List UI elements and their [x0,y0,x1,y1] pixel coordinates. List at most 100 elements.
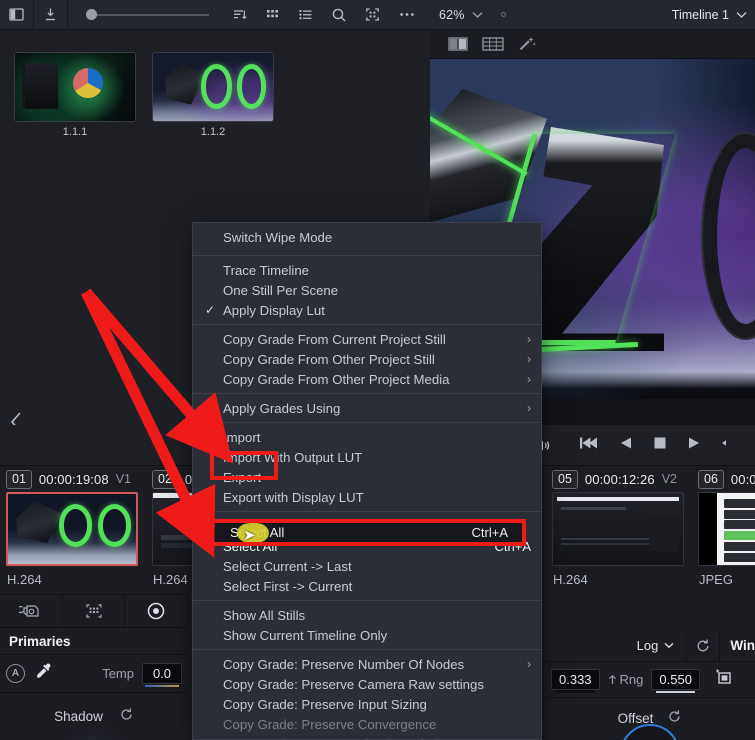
eyedropper-icon[interactable] [33,662,53,685]
timeline-chevron-down-icon [736,11,747,18]
submenu-chevron-right-icon: › [527,332,531,346]
menu-item-select-first-to-current[interactable]: Select First -> Current [193,576,541,596]
status-dot-icon [500,12,506,17]
zoom-chevron-down-icon[interactable] [472,6,483,24]
skip-to-end-button[interactable] [721,436,731,455]
still-label: 1.1.2 [200,126,226,138]
right-controls-panel: Log Win 0.333 Rng 0.550 Offset [545,629,755,740]
slider-track[interactable] [97,13,209,16]
blanking-fill-icon[interactable] [63,594,126,628]
slider-knob[interactable] [86,9,97,20]
still-thumbnail[interactable] [152,52,274,122]
menu-separator [193,255,541,256]
menu-item-label: Switch Wipe Mode [223,229,333,245]
clip-codec: H.264 [7,572,42,587]
menu-item-import-with-output-lut[interactable]: Import With Output LUT [193,447,541,467]
temp-value-field[interactable]: 0.0 [142,663,182,687]
left-value-field[interactable]: 0.333 [551,669,600,693]
timeline-clip[interactable]: 01 00:00:19:08 V1 H.264 [0,466,146,595]
color-warper-icon[interactable] [125,594,189,628]
mouse-cursor-icon: ➤ [243,527,256,544]
grid-overlay-icon[interactable] [482,37,504,51]
menu-item-label: Trace Timeline [223,262,309,278]
list-view-icon[interactable] [289,0,322,30]
timeline-clip[interactable]: 06 00:00 JPEG [692,466,755,595]
menu-item-select-current-to-last[interactable]: Select Current -> Last [193,556,541,576]
gallery-context-menu[interactable]: Switch Wipe Mode Trace Timeline One Stil… [192,222,542,740]
menu-item-trace-timeline[interactable]: Trace Timeline [193,260,541,280]
menu-item-label: Apply Display Lut [223,302,325,318]
grade-mode-selector[interactable]: Log [637,638,687,653]
thumbnail-size-slider[interactable] [68,9,223,20]
clip-number: 06 [698,469,724,489]
shadow-color-wheel[interactable] [46,723,142,740]
menu-item-label: Apply Grades Using [223,400,341,416]
magic-wand-icon[interactable] [518,36,536,52]
import-still-icon[interactable] [34,0,67,30]
auto-balance-button[interactable]: A [6,664,25,683]
gallery-toolbar: 62% Timeline 1 [0,0,755,30]
menu-item-apply-grades-using[interactable]: Apply Grades Using › [193,398,541,418]
skip-to-start-button[interactable] [579,436,599,455]
menu-item-label: Copy Grade From Other Project Media [223,371,450,387]
menu-item-copy-grade-other-project-media[interactable]: Copy Grade From Other Project Media › [193,369,541,389]
shadow-reset-icon[interactable] [119,707,134,725]
window-panel-label: Win [730,638,755,653]
submenu-chevron-right-icon: › [527,657,531,671]
add-window-icon[interactable] [714,668,734,691]
menu-item-copy-grade-other-project-still[interactable]: Copy Grade From Other Project Still › [193,349,541,369]
gallery-still-item[interactable]: 1.1.2 [152,52,274,138]
clip-number: 01 [6,469,32,489]
expand-icon[interactable] [356,0,389,30]
search-icon[interactable] [322,0,356,30]
offset-reset-icon[interactable] [667,709,682,727]
stop-button[interactable] [653,436,667,455]
grid-view-icon[interactable] [256,0,289,30]
split-view-icon[interactable] [448,37,468,51]
clip-thumbnail[interactable] [698,492,755,566]
play-forward-button[interactable] [687,436,701,455]
rng-value-field[interactable]: 0.550 [651,669,700,693]
clip-thumbnail[interactable] [6,492,138,566]
submenu-chevron-right-icon: › [527,352,531,366]
menu-separator [193,511,541,512]
menu-item-preserve-number-of-nodes[interactable]: Copy Grade: Preserve Number Of Nodes › [193,654,541,674]
clip-timecode: 00:00:19:08 [38,471,109,487]
temp-gradient-bar [145,685,179,687]
menu-item-label: One Still Per Scene [223,282,339,298]
menu-item-preserve-camera-raw-settings[interactable]: Copy Grade: Preserve Camera Raw settings [193,674,541,694]
more-options-icon[interactable] [389,0,425,30]
menu-item-export[interactable]: Export [193,467,541,487]
clip-number: 05 [552,469,578,489]
menu-item-preserve-convergence: Copy Grade: Preserve Convergence [193,714,541,734]
zoom-level-value[interactable]: 62% [425,8,465,22]
sort-descending-icon[interactable] [223,0,256,30]
menu-item-label: Export [223,469,262,485]
menu-item-label: Select Current -> Last [223,558,352,574]
menu-item-one-still-per-scene[interactable]: One Still Per Scene [193,280,541,300]
clip-codec: H.264 [553,572,588,587]
timeline-clip[interactable]: 05 00:00:12:26 V2 H.264 [546,466,692,595]
rng-label: Rng [619,672,644,687]
menu-item-copy-grade-current-project-still[interactable]: Copy Grade From Current Project Still › [193,329,541,349]
submenu-chevron-right-icon: › [527,372,531,386]
play-reverse-button[interactable] [619,436,633,455]
menu-item-label: Copy Grade: Preserve Convergence [223,716,437,732]
clip-thumbnail[interactable] [552,492,684,566]
gallery-still-item[interactable]: 1.1.1 [14,52,136,138]
panel-toggle-icon[interactable] [0,0,33,30]
menu-item-export-with-display-lut[interactable]: Export with Display LUT [193,487,541,507]
camera-raw-icon[interactable] [0,594,63,628]
clip-timecode: 00:00:12:26 [584,471,655,487]
reset-icon[interactable] [686,629,721,662]
menu-item-label: Copy Grade From Current Project Still [223,331,446,347]
menu-item-switch-wipe-mode[interactable]: Switch Wipe Mode [193,227,541,247]
still-thumbnail[interactable] [14,52,136,122]
rng-label-group: Rng [608,672,644,687]
menu-item-show-current-timeline-only[interactable]: Show Current Timeline Only [193,625,541,645]
timeline-selector[interactable]: Timeline 1 [672,8,755,22]
menu-item-preserve-input-sizing[interactable]: Copy Grade: Preserve Input Sizing [193,694,541,714]
menu-item-show-all-stills[interactable]: Show All Stills [193,605,541,625]
menu-item-apply-display-lut[interactable]: ✓ Apply Display Lut [193,300,541,320]
menu-item-import[interactable]: Import [193,427,541,447]
